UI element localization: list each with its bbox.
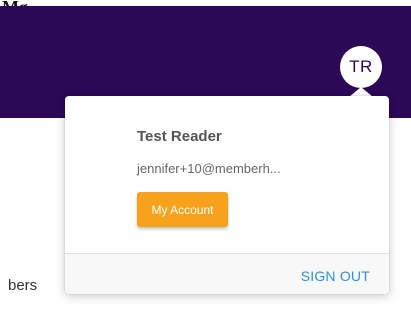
dropdown-footer: SIGN OUT <box>65 253 389 294</box>
user-avatar-button[interactable]: TR <box>340 46 382 88</box>
background-text-fragment: bers <box>8 277 38 294</box>
page: Mg TR bers Test Reader jennifer+10@membe… <box>0 0 411 319</box>
user-name: Test Reader <box>137 128 222 145</box>
user-menu-dropdown: Test Reader jennifer+10@memberh... My Ac… <box>65 96 389 294</box>
user-email: jennifer+10@memberh... <box>137 161 281 176</box>
sign-out-link[interactable]: SIGN OUT <box>301 268 370 284</box>
my-account-button[interactable]: My Account <box>137 192 228 227</box>
